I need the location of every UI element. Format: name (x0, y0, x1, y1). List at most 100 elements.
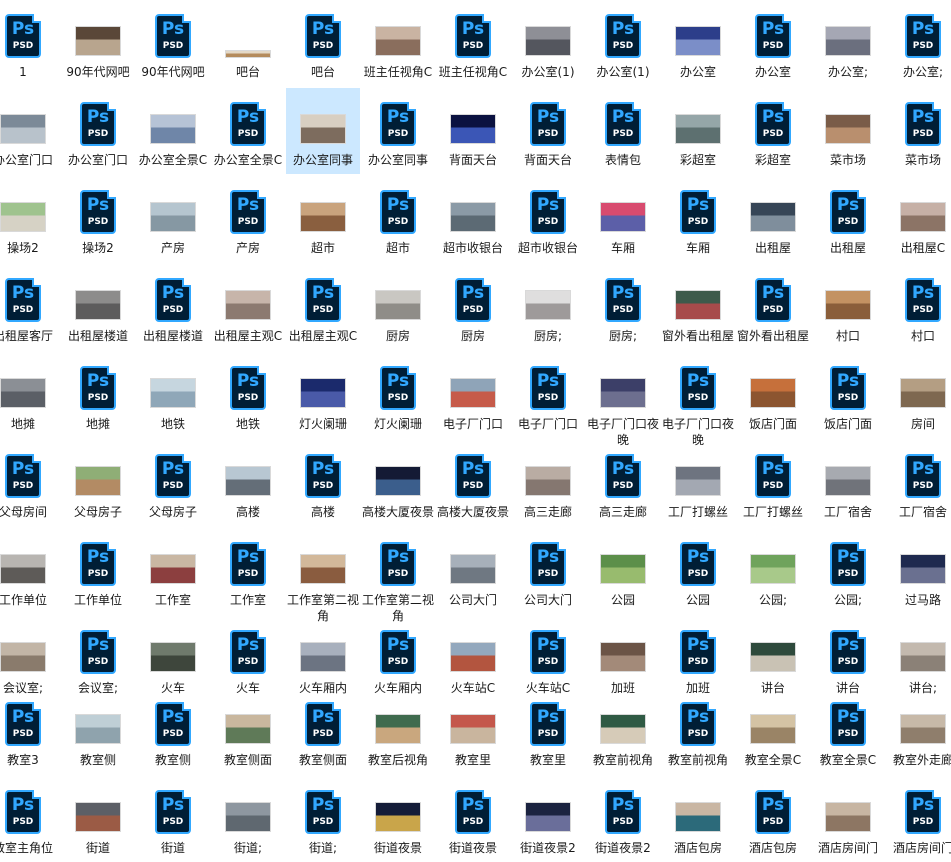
image-file-item[interactable]: 过马路 (886, 528, 951, 614)
image-file-item[interactable]: 饭店门面 (736, 352, 810, 438)
psd-file-item[interactable]: Ps PSD 工厂宿舍 (886, 440, 951, 526)
image-file-item[interactable]: 菜市场 (811, 88, 885, 174)
psd-file-item[interactable]: Ps PSD 父母房子 (136, 440, 210, 526)
psd-file-item[interactable]: Ps PSD 工作单位 (61, 528, 135, 614)
psd-file-item[interactable]: Ps PSD 90年代网吧 (136, 0, 210, 86)
image-file-item[interactable]: 背面天台 (436, 88, 510, 174)
psd-file-item[interactable]: Ps PSD 办公室(1) (586, 0, 660, 86)
image-file-item[interactable]: 出租屋楼道 (61, 264, 135, 350)
image-file-item[interactable]: 教室外走廊 (886, 688, 951, 774)
image-file-item[interactable]: 街道; (211, 776, 285, 862)
psd-file-item[interactable]: Ps PSD 酒店房间门 (886, 776, 951, 862)
image-file-item[interactable]: 工作室第二视角 (286, 528, 360, 623)
image-file-item[interactable]: 教室侧 (61, 688, 135, 774)
psd-file-item[interactable]: Ps PSD 公园; (811, 528, 885, 614)
psd-file-item[interactable]: Ps PSD 教室侧面 (286, 688, 360, 774)
image-file-item[interactable]: 工厂打螺丝 (661, 440, 735, 526)
psd-file-item[interactable]: Ps PSD 办公室同事 (361, 88, 435, 174)
image-file-item[interactable]: 街道夜景2 (511, 776, 585, 862)
psd-file-item[interactable]: Ps PSD 表情包 (586, 88, 660, 174)
image-file-item[interactable]: 街道夜景 (361, 776, 435, 862)
image-file-item[interactable]: 产房 (136, 176, 210, 262)
psd-file-item[interactable]: Ps PSD 教室侧 (136, 688, 210, 774)
image-file-item[interactable]: 吧台 (211, 0, 285, 86)
image-file-item[interactable]: 出租屋C (886, 176, 951, 262)
psd-file-item[interactable]: Ps PSD 窗外看出租屋 (736, 264, 810, 350)
image-file-item[interactable]: 高楼 (211, 440, 285, 526)
image-file-item[interactable]: 彩超室 (661, 88, 735, 174)
psd-file-item[interactable]: Ps PSD 出租屋 (811, 176, 885, 262)
image-file-item[interactable]: 办公室(1) (511, 0, 585, 86)
psd-file-item[interactable]: Ps PSD 教室主角位 (0, 776, 60, 862)
psd-file-item[interactable]: Ps PSD 教室里 (511, 688, 585, 774)
psd-file-item[interactable]: Ps PSD 街道夜景2 (586, 776, 660, 862)
psd-file-item[interactable]: Ps PSD 酒店包房 (736, 776, 810, 862)
image-file-item[interactable]: 班主任视角C (361, 0, 435, 86)
image-file-item[interactable]: 超市 (286, 176, 360, 262)
psd-file-item[interactable]: Ps PSD 厨房; (586, 264, 660, 350)
image-file-item[interactable]: 办公室 (661, 0, 735, 86)
psd-file-item[interactable]: Ps PSD 街道夜景 (436, 776, 510, 862)
image-file-item[interactable]: 酒店包房 (661, 776, 735, 862)
psd-file-item[interactable]: Ps PSD 村口 (886, 264, 951, 350)
image-file-item[interactable]: 厨房; (511, 264, 585, 350)
psd-file-item[interactable]: Ps PSD 出租屋楼道 (136, 264, 210, 350)
psd-file-item[interactable]: Ps PSD 教室全景C (811, 688, 885, 774)
psd-file-item[interactable]: Ps PSD 电子厂门口 (511, 352, 585, 438)
psd-file-item[interactable]: Ps PSD 车厢 (661, 176, 735, 262)
image-file-item[interactable]: 厨房 (361, 264, 435, 350)
psd-file-item[interactable]: Ps PSD 饭店门面 (811, 352, 885, 438)
image-file-item[interactable]: 村口 (811, 264, 885, 350)
image-file-item[interactable]: 办公室; (811, 0, 885, 86)
image-file-item[interactable]: 高楼大厦夜景 (361, 440, 435, 526)
psd-file-item[interactable]: Ps PSD 高三走廊 (586, 440, 660, 526)
psd-file-item[interactable]: Ps PSD 菜市场 (886, 88, 951, 174)
image-file-item[interactable]: 街道 (61, 776, 135, 862)
psd-file-item[interactable]: Ps PSD 超市收银台 (511, 176, 585, 262)
image-file-item[interactable]: 电子厂门口 (436, 352, 510, 438)
image-file-item[interactable]: 工作单位 (0, 528, 60, 614)
image-file-item[interactable]: 酒店房间门 (811, 776, 885, 862)
psd-file-item[interactable]: Ps PSD 教室3 (0, 688, 60, 774)
psd-file-item[interactable]: Ps PSD 背面天台 (511, 88, 585, 174)
psd-file-item[interactable]: Ps PSD 出租屋客厅 (0, 264, 60, 350)
image-file-item[interactable]: 办公室同事 (286, 88, 360, 174)
image-file-item[interactable]: 教室前视角 (586, 688, 660, 774)
psd-file-item[interactable]: Ps PSD 办公室 (736, 0, 810, 86)
image-file-item[interactable]: 公园 (586, 528, 660, 614)
psd-file-item[interactable]: Ps PSD 灯火阑珊 (361, 352, 435, 438)
image-file-item[interactable]: 车厢 (586, 176, 660, 262)
image-file-item[interactable]: 地摊 (0, 352, 60, 438)
psd-file-item[interactable]: Ps PSD 公园 (661, 528, 735, 614)
image-file-item[interactable]: 父母房子 (61, 440, 135, 526)
psd-file-item[interactable]: Ps PSD 厨房 (436, 264, 510, 350)
psd-file-item[interactable]: Ps PSD 班主任视角C (436, 0, 510, 86)
psd-file-item[interactable]: Ps PSD 超市 (361, 176, 435, 262)
image-file-item[interactable]: 出租屋主观C (211, 264, 285, 350)
psd-file-item[interactable]: Ps PSD 彩超室 (736, 88, 810, 174)
psd-file-item[interactable]: Ps PSD 电子厂门口夜晚 (661, 352, 735, 447)
psd-file-item[interactable]: Ps PSD 工作室 (211, 528, 285, 614)
psd-file-item[interactable]: Ps PSD 操场2 (61, 176, 135, 262)
image-file-item[interactable]: 房间 (886, 352, 951, 438)
image-file-item[interactable]: 公园; (736, 528, 810, 614)
psd-file-item[interactable]: Ps PSD 地铁 (211, 352, 285, 438)
psd-file-item[interactable]: Ps PSD 办公室门口 (61, 88, 135, 174)
image-file-item[interactable]: 90年代网吧 (61, 0, 135, 86)
image-file-item[interactable]: 教室里 (436, 688, 510, 774)
psd-file-item[interactable]: Ps PSD 父母房间 (0, 440, 60, 526)
psd-file-item[interactable]: Ps PSD 产房 (211, 176, 285, 262)
psd-file-item[interactable]: Ps PSD 街道 (136, 776, 210, 862)
image-file-item[interactable]: 窗外看出租屋 (661, 264, 735, 350)
psd-file-item[interactable]: Ps PSD 街道; (286, 776, 360, 862)
image-file-item[interactable]: 高三走廊 (511, 440, 585, 526)
image-file-item[interactable]: 公司大门 (436, 528, 510, 614)
image-file-item[interactable]: 办公室门口 (0, 88, 60, 174)
psd-file-item[interactable]: Ps PSD 1 (0, 0, 60, 86)
psd-file-item[interactable]: Ps PSD 办公室全景C (211, 88, 285, 174)
image-file-item[interactable]: 电子厂门口夜晚 (586, 352, 660, 447)
image-file-item[interactable]: 出租屋 (736, 176, 810, 262)
psd-file-item[interactable]: Ps PSD 出租屋主观C (286, 264, 360, 350)
psd-file-item[interactable]: Ps PSD 高楼大厦夜景 (436, 440, 510, 526)
psd-file-item[interactable]: Ps PSD 工厂打螺丝 (736, 440, 810, 526)
